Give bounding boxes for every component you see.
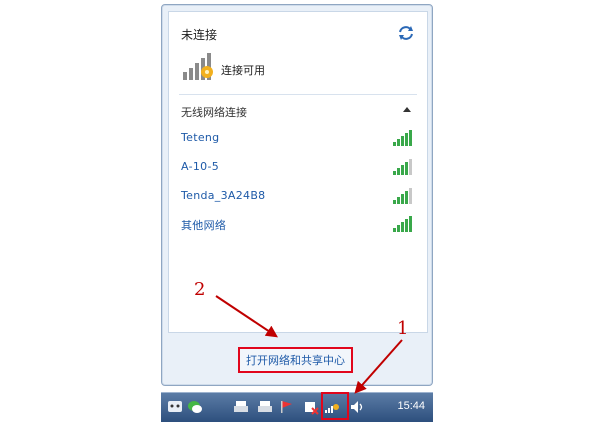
annotation-arrow-2	[215, 295, 278, 338]
annotation-arrow-1	[354, 339, 403, 394]
annotation-arrows	[215, 295, 403, 394]
